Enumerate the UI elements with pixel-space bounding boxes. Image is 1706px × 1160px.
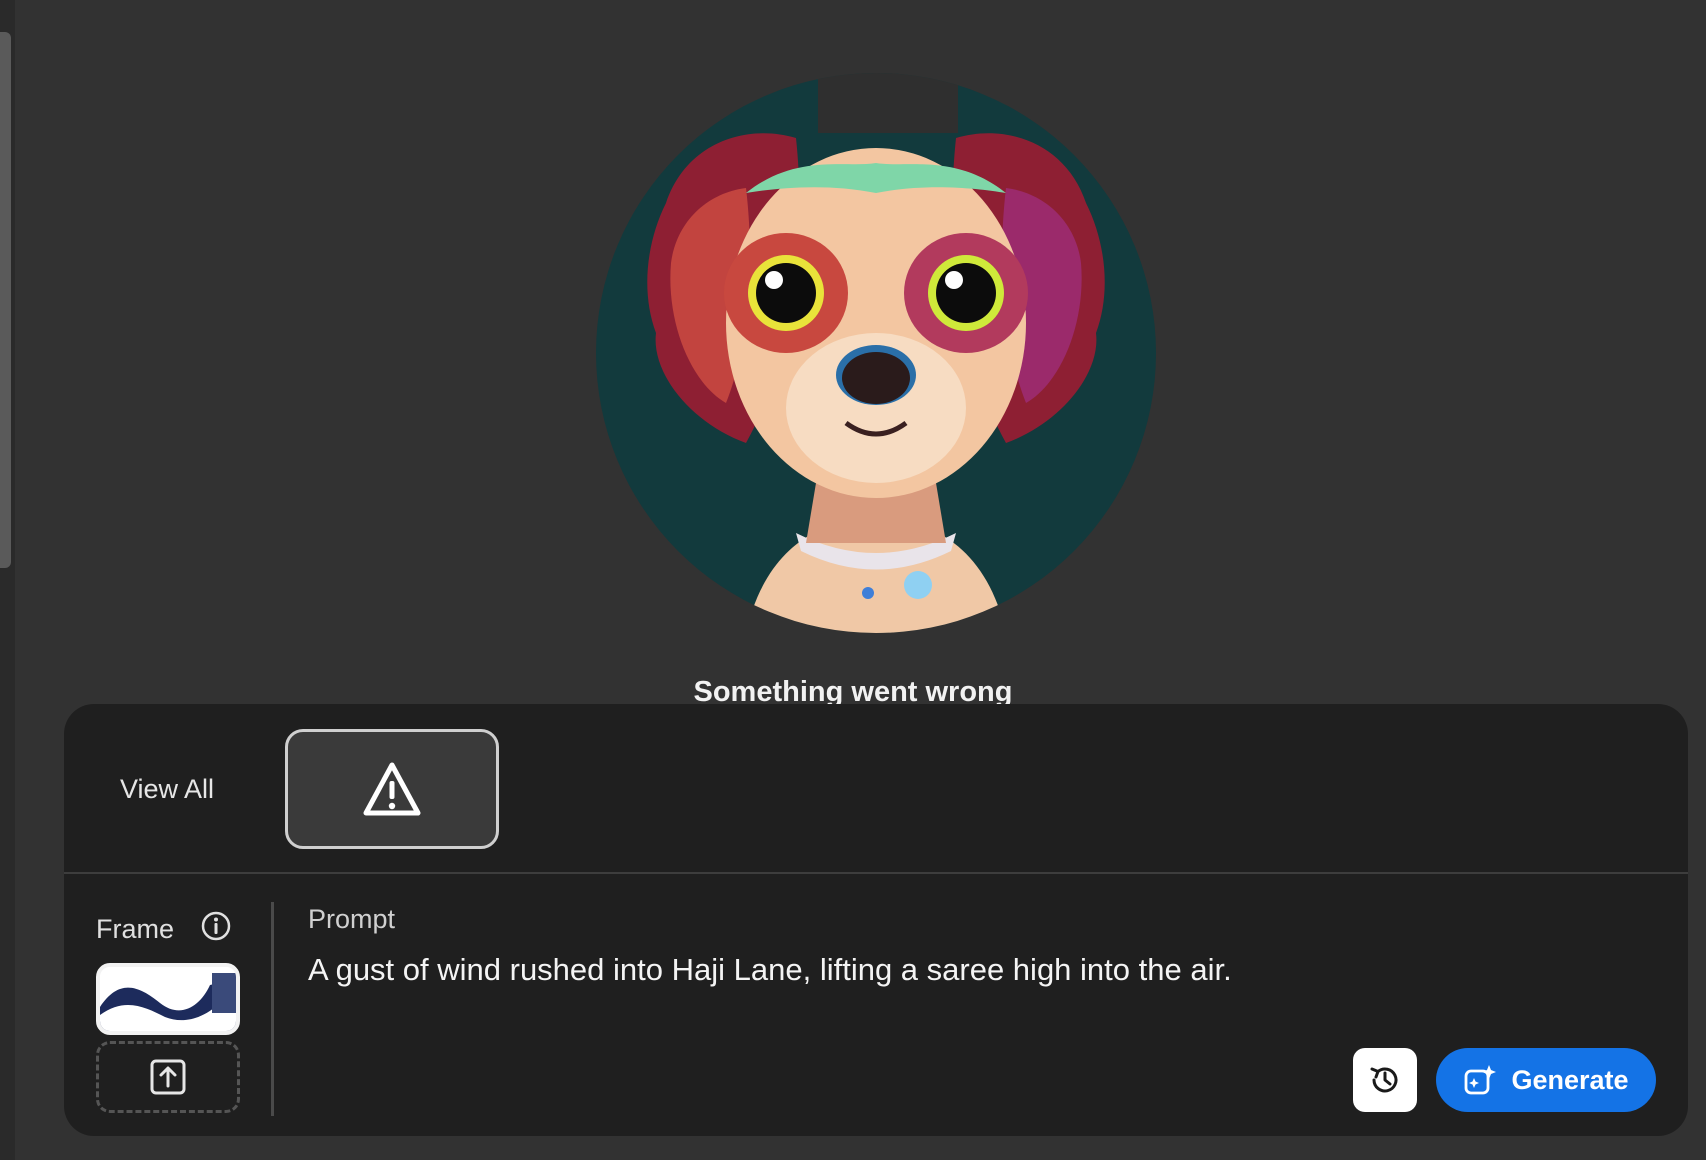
info-icon[interactable] bbox=[200, 910, 232, 942]
generate-button[interactable]: Generate bbox=[1436, 1048, 1656, 1112]
upload-frame-button[interactable] bbox=[96, 1041, 240, 1113]
generate-sparkle-icon bbox=[1465, 1065, 1497, 1095]
frame-reference-image bbox=[100, 967, 236, 1031]
generation-panel: View All Frame Prompt A gust of wind rus… bbox=[64, 704, 1688, 1136]
panel-divider bbox=[64, 872, 1688, 874]
scrollbar[interactable] bbox=[0, 32, 11, 568]
generate-label: Generate bbox=[1511, 1064, 1629, 1095]
puppy-illustration bbox=[596, 73, 1156, 633]
history-icon bbox=[1370, 1067, 1398, 1093]
vertical-divider bbox=[271, 902, 274, 1116]
view-all-link[interactable]: View All bbox=[120, 774, 214, 805]
history-button[interactable] bbox=[1353, 1048, 1417, 1112]
prompt-label: Prompt bbox=[308, 904, 396, 934]
left-strip bbox=[0, 0, 15, 1160]
frame-thumbnail[interactable] bbox=[96, 963, 240, 1035]
warning-triangle-icon bbox=[363, 762, 421, 816]
upload-icon bbox=[150, 1059, 186, 1095]
hero-image bbox=[596, 73, 1156, 633]
error-thumbnail[interactable] bbox=[285, 729, 499, 849]
frame-label: Frame bbox=[96, 914, 175, 944]
error-message: Something went wrong bbox=[693, 676, 1013, 706]
prompt-input[interactable]: A gust of wind rushed into Haji Lane, li… bbox=[308, 952, 1232, 988]
